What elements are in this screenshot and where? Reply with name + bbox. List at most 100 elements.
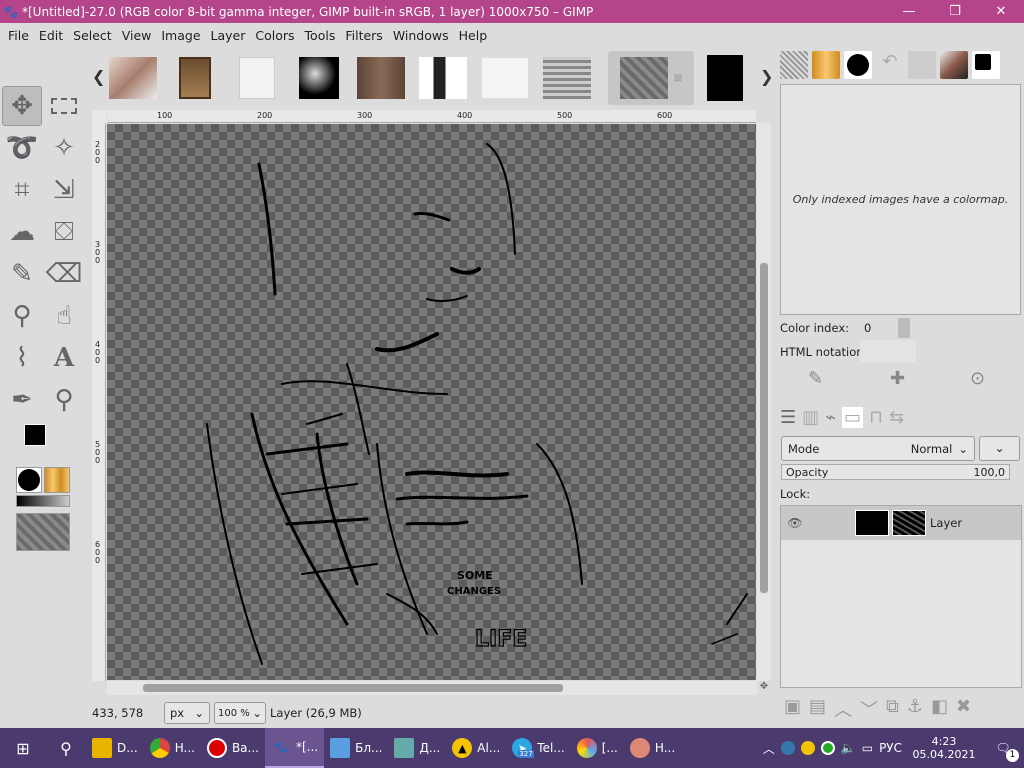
notification-center-icon[interactable]: 🗨 1: [986, 741, 1020, 762]
image-tab-thumbnail[interactable]: [104, 51, 162, 105]
menu-select[interactable]: Select: [68, 28, 117, 43]
text-tool-icon[interactable]: A: [44, 338, 84, 378]
minimize-button[interactable]: —: [886, 0, 932, 23]
clone-tool-icon[interactable]: ⚲: [2, 296, 42, 336]
taskbar-item-explorer[interactable]: D...: [86, 728, 144, 768]
search-icon[interactable]: ⚲: [46, 739, 86, 758]
fuzzy-select-tool-icon[interactable]: ✧: [44, 128, 84, 168]
scroll-right-icon[interactable]: ❯: [760, 67, 773, 86]
lasso-tool-icon[interactable]: ➰: [2, 128, 42, 168]
add-color-icon[interactable]: ✚: [890, 368, 905, 389]
layer-name[interactable]: Layer: [930, 516, 962, 530]
start-button-icon[interactable]: ⊞: [0, 739, 46, 758]
lower-layer-icon[interactable]: ﹀: [860, 696, 878, 722]
delete-layer-icon[interactable]: ✖: [956, 696, 971, 722]
image-tab-thumbnail[interactable]: [352, 51, 410, 105]
device-status-tab-icon[interactable]: ⇆: [889, 407, 904, 428]
duplicate-layer-icon[interactable]: ⧉: [886, 696, 899, 722]
foreground-color-swatch[interactable]: [24, 424, 46, 446]
navigate-icon[interactable]: ✥: [757, 681, 771, 695]
image-tab-active[interactable]: ⊠: [608, 51, 694, 105]
taskbar-item-chrome[interactable]: H...: [144, 728, 201, 768]
ruler-corner[interactable]: [92, 110, 107, 123]
image-tab-thumbnail[interactable]: [166, 51, 224, 105]
menu-image[interactable]: Image: [156, 28, 205, 43]
opacity-slider[interactable]: Opacity 100,0: [781, 464, 1010, 480]
brush-preview[interactable]: [16, 467, 42, 493]
transform-tool-icon[interactable]: ⇲: [44, 170, 84, 210]
horizontal-scrollbar[interactable]: [107, 681, 757, 695]
images-tab-icon[interactable]: [940, 51, 968, 79]
image-preview[interactable]: [16, 513, 70, 551]
menu-file[interactable]: File: [3, 28, 34, 43]
gradient-preview[interactable]: [16, 495, 70, 507]
unit-select[interactable]: px ⌄: [164, 702, 210, 724]
network-icon[interactable]: ▭: [862, 741, 873, 755]
paintbrush-tool-icon[interactable]: ✎: [2, 254, 42, 294]
taskbar-item-aimp[interactable]: ▲ Al...: [446, 728, 506, 768]
taskbar-item-notepad[interactable]: Бл...: [324, 728, 388, 768]
move-tool-icon[interactable]: ✥: [2, 86, 42, 126]
color-index-spinner[interactable]: [898, 318, 910, 338]
anchor-layer-icon[interactable]: ⚓: [907, 696, 923, 722]
layer-row[interactable]: 👁 Layer: [781, 506, 1021, 540]
zoom-select[interactable]: 100 % ⌄: [214, 702, 266, 724]
image-tab-thumbnail[interactable]: [476, 51, 534, 105]
paths-tool-icon[interactable]: ⌇: [2, 338, 42, 378]
eraser-tool-icon[interactable]: ⌫: [44, 254, 84, 294]
brushes-tab-icon[interactable]: [780, 51, 808, 79]
close-tab-icon[interactable]: ⊠: [674, 73, 682, 84]
menu-layer[interactable]: Layer: [206, 28, 251, 43]
colormap-tab-icon[interactable]: [908, 51, 936, 79]
menu-colors[interactable]: Colors: [250, 28, 299, 43]
menu-edit[interactable]: Edit: [34, 28, 68, 43]
image-canvas[interactable]: SOME CHANGES LIFE: [107, 124, 756, 680]
mask-layer-icon[interactable]: ◧: [931, 696, 948, 722]
raise-layer-icon[interactable]: ︿: [834, 696, 852, 722]
patterns-tab-icon[interactable]: [812, 51, 840, 79]
composite-mode-select[interactable]: ⌄: [979, 436, 1020, 461]
taskbar-item-gimp[interactable]: 🐾 *[...: [264, 728, 325, 768]
layer-mode-select[interactable]: Mode Normal ⌄: [781, 436, 975, 461]
channels-tab-icon[interactable]: ▥: [802, 407, 819, 428]
image-tab-thumbnail[interactable]: [290, 51, 348, 105]
visibility-eye-icon[interactable]: 👁: [781, 516, 809, 530]
vertical-scrollbar[interactable]: [757, 123, 771, 681]
image-tab-thumbnail[interactable]: [414, 51, 472, 105]
smudge-tool-icon[interactable]: ☝: [44, 296, 84, 336]
crop-tool-icon[interactable]: ⌗: [2, 170, 42, 210]
bucket-fill-tool-icon[interactable]: ⛋: [44, 212, 84, 252]
paths-tab-icon[interactable]: ⌁: [825, 407, 836, 428]
image-tab-thumbnail[interactable]: [696, 51, 754, 105]
tray-aimp-icon[interactable]: [800, 741, 815, 755]
image-tab-thumbnail[interactable]: [228, 51, 286, 105]
menu-windows[interactable]: Windows: [388, 28, 454, 43]
rect-select-tool-icon[interactable]: [44, 86, 84, 126]
tray-globe-icon[interactable]: [780, 741, 795, 755]
new-document-tab-icon[interactable]: ▭: [842, 406, 864, 428]
volume-icon[interactable]: 🔈: [841, 741, 856, 755]
layers-tab-icon[interactable]: ☰: [780, 407, 796, 428]
new-layer-group-icon[interactable]: ▤: [809, 696, 826, 722]
pattern-preview[interactable]: [44, 467, 70, 493]
language-indicator[interactable]: РУС: [879, 741, 902, 755]
close-button[interactable]: ✕: [978, 0, 1024, 23]
colormap-refresh-icon[interactable]: ⊙: [970, 368, 985, 389]
taskbar-item-telegram[interactable]: ➤ 327 Tel...: [506, 728, 570, 768]
undo-history-tab-icon[interactable]: ↶: [876, 51, 904, 79]
clock[interactable]: 4:23 05.04.2021: [908, 735, 980, 761]
color-picker-tool-icon[interactable]: ✒: [2, 380, 42, 420]
tool-options-tab-icon[interactable]: ⊓: [869, 407, 883, 428]
menu-tools[interactable]: Tools: [300, 28, 341, 43]
brush-tab-icon[interactable]: [844, 51, 872, 79]
warp-tool-icon[interactable]: ☁: [2, 212, 42, 252]
taskbar-item-manager[interactable]: Д...: [388, 728, 446, 768]
maximize-button[interactable]: ❐: [932, 0, 978, 23]
zoom-tool-icon[interactable]: ⚲: [44, 380, 84, 420]
taskbar-item-paint[interactable]: [...: [571, 728, 624, 768]
html-notation-field[interactable]: [860, 340, 916, 362]
menu-help[interactable]: Help: [454, 28, 493, 43]
taskbar-item-recorder[interactable]: Ba...: [201, 728, 265, 768]
new-layer-icon[interactable]: ▣: [784, 696, 801, 722]
tray-status-icon[interactable]: [820, 741, 835, 755]
